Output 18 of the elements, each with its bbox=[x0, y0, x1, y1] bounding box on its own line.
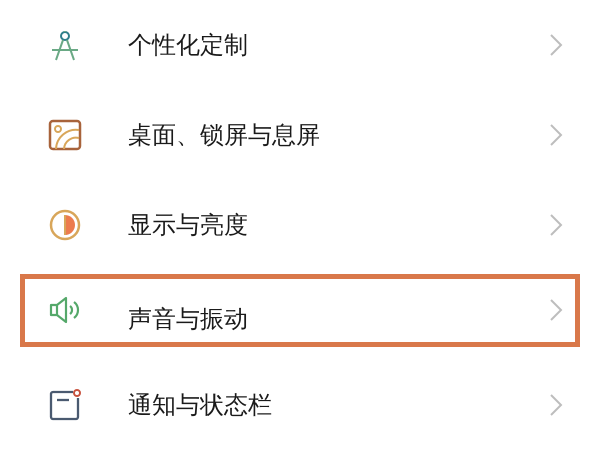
chevron-icon bbox=[549, 393, 563, 417]
chevron-icon bbox=[549, 33, 563, 57]
item-label: 通知与状态栏 bbox=[128, 390, 273, 421]
item-label: 个性化定制 bbox=[128, 30, 249, 61]
wallpaper-icon bbox=[48, 118, 82, 152]
contrast-icon bbox=[48, 208, 82, 242]
chevron-icon bbox=[549, 213, 563, 237]
settings-item[interactable]: 个性化定制 bbox=[20, 8, 580, 82]
notification-icon bbox=[48, 388, 82, 422]
settings-item[interactable]: 通知与状态栏 bbox=[20, 368, 580, 442]
item-label: 声音与振动 bbox=[128, 304, 249, 335]
item-label: 桌面、锁屏与息屏 bbox=[128, 120, 321, 151]
item-label: 显示与亮度 bbox=[128, 210, 249, 241]
chevron-icon bbox=[549, 123, 563, 147]
chevron-icon bbox=[549, 298, 563, 322]
settings-item[interactable]: 声音与振动 bbox=[20, 274, 580, 346]
settings-item[interactable]: 桌面、锁屏与息屏 bbox=[20, 98, 580, 172]
settings-item[interactable]: 显示与亮度 bbox=[20, 188, 580, 262]
